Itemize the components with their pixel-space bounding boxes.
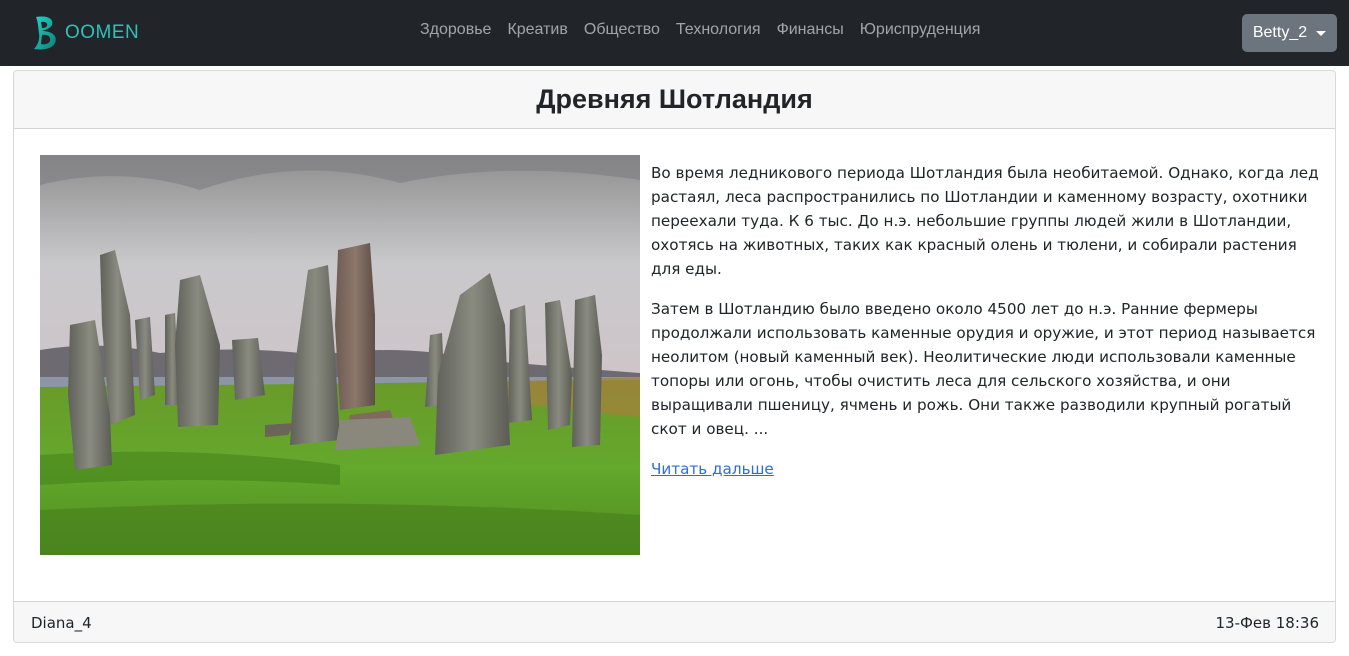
user-menu-label: Betty_2 — [1252, 24, 1308, 41]
post-date: 13-Фев 18:36 — [1215, 614, 1319, 632]
brand-link[interactable]: OOMEN — [30, 13, 139, 53]
nav-item-creative[interactable]: Креатив — [507, 21, 567, 39]
nav-item-health[interactable]: Здоровье — [420, 21, 491, 39]
article-footer: Diana_4 13-Фев 18:36 — [14, 601, 1335, 642]
nav-item-law[interactable]: Юриспруденция — [860, 21, 981, 39]
user-menu-button[interactable]: Betty_2 — [1242, 14, 1337, 52]
article-title: Древняя Шотландия — [536, 84, 813, 114]
nav-item-society[interactable]: Общество — [584, 21, 660, 39]
brand-logo-icon — [34, 16, 56, 50]
article-card: Древняя Шотландия Во время ледникового п… — [13, 70, 1336, 643]
nav-item-technology[interactable]: Технология — [676, 21, 761, 39]
article-body: Во время ледникового периода Шотландия б… — [651, 161, 1323, 481]
article-paragraph-1: Во время ледникового периода Шотландия б… — [651, 164, 1319, 278]
standing-stones-photo — [40, 155, 640, 555]
brand-name: OOMEN — [65, 22, 140, 43]
nav-item-finance[interactable]: Финансы — [777, 21, 844, 39]
article-header: Древняя Шотландия — [14, 71, 1335, 129]
caret-down-icon — [1316, 30, 1327, 36]
author-name: Diana_4 — [31, 614, 92, 632]
top-navbar: OOMEN Здоровье Креатив Общество Технолог… — [0, 0, 1349, 66]
category-nav: Здоровье Креатив Общество Технология Фин… — [420, 0, 996, 60]
article-paragraph-2: Затем в Шотландию было введено около 450… — [651, 300, 1316, 438]
read-more-link[interactable]: Читать дальше — [651, 460, 774, 478]
